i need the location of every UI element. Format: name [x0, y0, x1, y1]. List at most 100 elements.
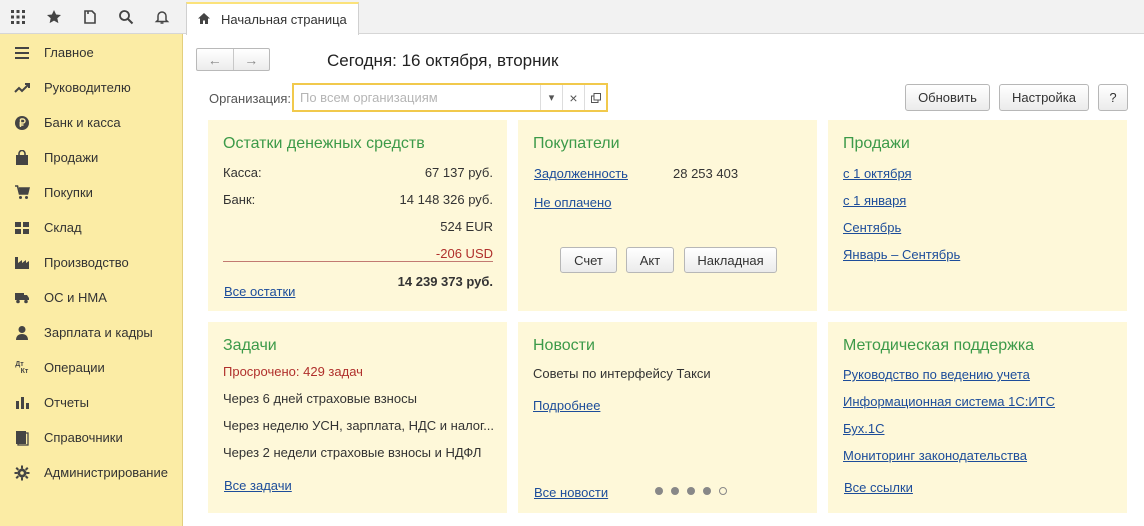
sidebar-item-salary[interactable]: Зарплата и кадры: [0, 315, 182, 350]
sales-link-september[interactable]: Сентябрь: [843, 220, 901, 235]
sidebar-item-admin[interactable]: Администрирование: [0, 455, 182, 490]
sidebar-item-label: Покупки: [44, 185, 93, 200]
cash-separator: [223, 261, 493, 262]
tab-home[interactable]: Начальная страница: [186, 2, 359, 35]
help-button[interactable]: ?: [1098, 84, 1128, 111]
tasks-panel: Задачи Просрочено: 429 задач Через 6 дне…: [208, 322, 507, 513]
history-nav: ← →: [196, 48, 270, 71]
waybill-button[interactable]: Накладная: [684, 247, 777, 273]
page-title: Сегодня: 16 октября, вторник: [327, 51, 559, 70]
ruble-coin-icon: [14, 115, 30, 131]
org-field: ▾ ×: [292, 83, 608, 112]
kassa-label: Касса:: [223, 165, 262, 180]
settings-button[interactable]: Настройка: [999, 84, 1089, 111]
trend-icon: [14, 80, 30, 96]
all-links-link[interactable]: Все ссылки: [844, 480, 913, 495]
support-link-guide[interactable]: Руководство по ведению учета: [843, 367, 1030, 382]
unpaid-link[interactable]: Не оплачено: [534, 195, 611, 210]
all-balances-link[interactable]: Все остатки: [224, 284, 295, 299]
overdue-tasks[interactable]: Просрочено: 429 задач: [223, 364, 363, 379]
support-link-monitoring[interactable]: Мониторинг законодательства: [843, 448, 1027, 463]
task-item[interactable]: Через 2 недели страховые взносы и НДФЛ: [223, 445, 481, 460]
menu-lines-icon: [14, 45, 30, 61]
home-icon: [197, 12, 211, 28]
close-icon: ×: [569, 89, 578, 106]
sidebar-item-production[interactable]: Производство: [0, 245, 182, 280]
books-icon: [14, 430, 30, 446]
debt-link[interactable]: Задолженность: [534, 166, 628, 181]
search-icon[interactable]: [108, 0, 144, 34]
sidebar-item-main[interactable]: Главное: [0, 35, 182, 70]
back-button[interactable]: ←: [197, 49, 233, 70]
sidebar-item-label: Зарплата и кадры: [44, 325, 153, 340]
warehouse-grid-icon: [14, 220, 30, 236]
sidebar-item-label: Продажи: [44, 150, 99, 165]
credit-glyph: Кт: [20, 367, 29, 375]
task-item[interactable]: Через неделю УСН, зарплата, НДС и налог.…: [223, 418, 494, 433]
debt-value: 28 253 403: [673, 166, 739, 181]
task-item[interactable]: Через 6 дней страховые взносы: [223, 391, 417, 406]
tasks-panel-title: Задачи: [223, 337, 277, 354]
shopping-bag-icon: [14, 149, 30, 166]
act-button[interactable]: Акт: [626, 247, 674, 273]
usd-value: -206 USD: [435, 246, 493, 261]
sidebar-item-label: Производство: [44, 255, 129, 270]
sidebar-item-catalogs[interactable]: Справочники: [0, 420, 182, 455]
sales-panel-title: Продажи: [843, 135, 910, 152]
all-news-link[interactable]: Все новости: [534, 485, 608, 500]
sidebar-item-sales[interactable]: Продажи: [0, 140, 182, 175]
forward-button[interactable]: →: [232, 49, 270, 70]
gear-icon: [14, 465, 30, 481]
sidebar-item-purchases[interactable]: Покупки: [0, 175, 182, 210]
news-pager: [655, 487, 727, 495]
truck-icon: [14, 290, 30, 306]
org-dropdown-button[interactable]: ▾: [540, 85, 562, 110]
sidebar-item-bank[interactable]: Банк и касса: [0, 105, 182, 140]
sidebar-item-manager[interactable]: Руководителю: [0, 70, 182, 105]
pager-dot[interactable]: [703, 487, 711, 495]
sales-link-jan-sep[interactable]: Январь – Сентябрь: [843, 247, 960, 262]
pager-dot-current[interactable]: [719, 487, 727, 495]
org-label: Организация:: [209, 91, 292, 106]
sidebar-item-label: Операции: [44, 360, 105, 375]
star-icon[interactable]: [36, 0, 72, 34]
tab-strip: Начальная страница: [183, 0, 1144, 35]
news-more-link[interactable]: Подробнее: [533, 398, 600, 413]
bell-icon[interactable]: [144, 0, 180, 34]
news-panel: Новости Советы по интерфейсу Такси Подро…: [518, 322, 817, 513]
history-icon[interactable]: [72, 0, 108, 34]
apps-grid-icon[interactable]: [0, 0, 36, 34]
sales-link-january[interactable]: с 1 января: [843, 193, 906, 208]
sidebar-item-label: ОС и НМА: [44, 290, 107, 305]
buyers-panel-title: Покупатели: [533, 135, 620, 152]
all-tasks-link[interactable]: Все задачи: [224, 478, 292, 493]
invoice-button[interactable]: Счет: [560, 247, 617, 273]
sidebar-item-reports[interactable]: Отчеты: [0, 385, 182, 420]
pager-dot[interactable]: [655, 487, 663, 495]
sidebar-item-operations[interactable]: Дт Кт Операции: [0, 350, 182, 385]
support-link-its[interactable]: Информационная система 1С:ИТС: [843, 394, 1055, 409]
sidebar-item-warehouse[interactable]: Склад: [0, 210, 182, 245]
debit-glyph: Дт: [15, 360, 24, 368]
org-clear-button[interactable]: ×: [562, 85, 584, 110]
org-input[interactable]: [294, 85, 540, 110]
org-open-button[interactable]: [584, 85, 606, 110]
sidebar-item-label: Банк и касса: [44, 115, 121, 130]
sales-link-october[interactable]: с 1 октября: [843, 166, 912, 181]
sidebar-item-label: Отчеты: [44, 395, 89, 410]
sidebar-item-fixed-assets[interactable]: ОС и НМА: [0, 280, 182, 315]
chevron-down-icon: ▾: [548, 92, 555, 104]
cash-panel: Остатки денежных средств Касса: 67 137 р…: [208, 120, 507, 311]
pager-dot[interactable]: [687, 487, 695, 495]
cash-total: 14 239 373 руб.: [397, 274, 493, 289]
refresh-button[interactable]: Обновить: [905, 84, 990, 111]
cart-icon: [14, 185, 30, 201]
cash-panel-title: Остатки денежных средств: [223, 135, 425, 152]
main-content: ← → Сегодня: 16 октября, вторник Организ…: [183, 35, 1144, 526]
pager-dot[interactable]: [671, 487, 679, 495]
sidebar: Главное Руководителю Банк и касса Продаж…: [0, 34, 183, 526]
support-panel: Методическая поддержка Руководство по ве…: [828, 322, 1127, 513]
top-toolbar: [0, 0, 183, 34]
sidebar-item-label: Справочники: [44, 430, 123, 445]
support-link-buh[interactable]: Бух.1С: [843, 421, 884, 436]
